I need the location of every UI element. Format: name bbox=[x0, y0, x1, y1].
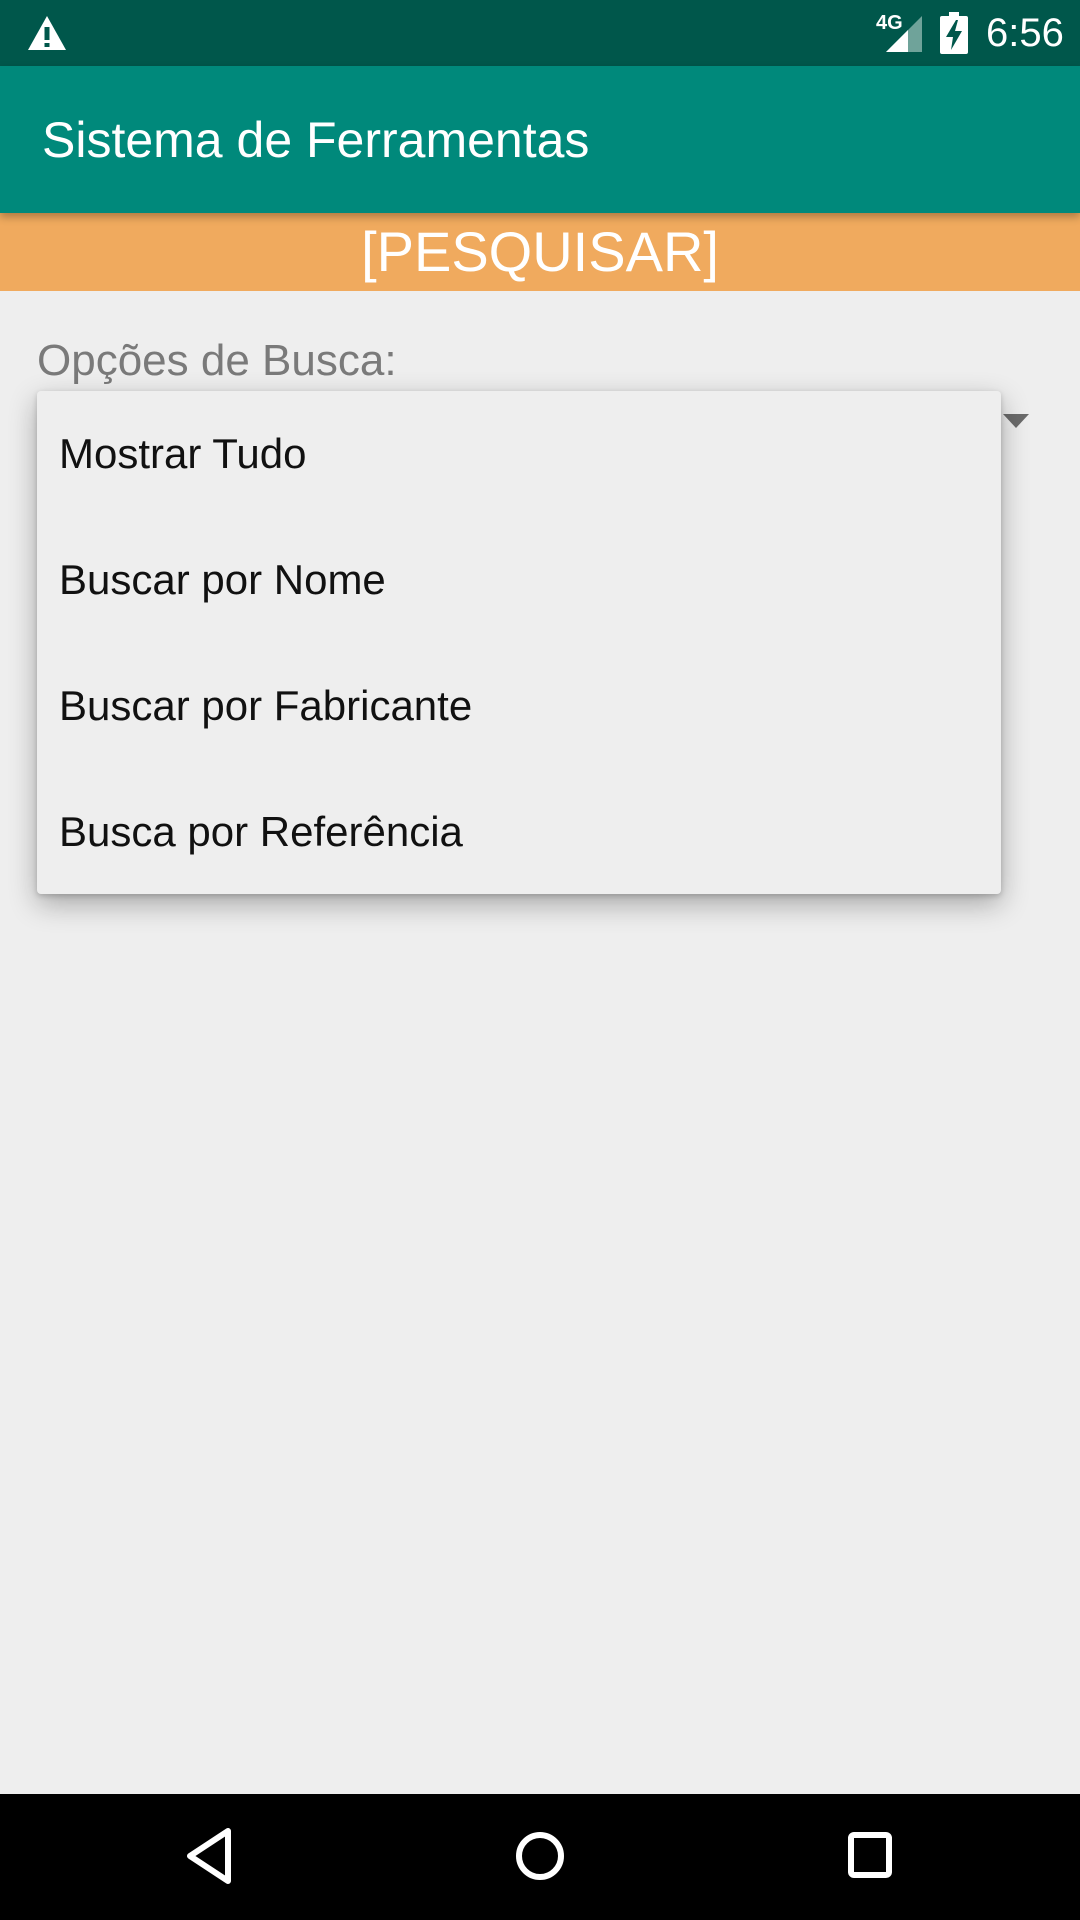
battery-charging-icon bbox=[940, 12, 968, 54]
dropdown-item-buscar-por-nome[interactable]: Buscar por Nome bbox=[37, 517, 1001, 643]
search-options-label: Opções de Busca: bbox=[37, 336, 397, 385]
dropdown-item-label: Buscar por Fabricante bbox=[59, 682, 473, 729]
app-bar: Sistema de Ferramentas bbox=[0, 66, 1080, 213]
navigation-bar bbox=[0, 1794, 1080, 1920]
dropdown-item-buscar-por-fabricante[interactable]: Buscar por Fabricante bbox=[37, 643, 1001, 769]
dropdown-arrow-icon[interactable] bbox=[1003, 414, 1029, 428]
dropdown-item-mostrar-tudo[interactable]: Mostrar Tudo bbox=[37, 391, 1001, 517]
back-icon[interactable] bbox=[184, 1827, 234, 1885]
dropdown-item-label: Busca por Referência bbox=[59, 808, 463, 855]
dropdown-item-label: Mostrar Tudo bbox=[59, 430, 307, 477]
recents-icon[interactable] bbox=[847, 1831, 893, 1879]
dropdown-item-busca-por-referencia[interactable]: Busca por Referência bbox=[37, 769, 1001, 894]
search-header-label: [PESQUISAR] bbox=[361, 220, 719, 283]
search-options-dropdown: Mostrar Tudo Buscar por Nome Buscar por … bbox=[37, 391, 1001, 894]
warning-icon bbox=[28, 16, 66, 50]
status-time: 6:56 bbox=[986, 11, 1064, 55]
status-bar: 4G 6:56 bbox=[0, 0, 1080, 66]
home-icon[interactable] bbox=[512, 1827, 568, 1885]
dropdown-item-label: Buscar por Nome bbox=[59, 556, 386, 603]
app-title: Sistema de Ferramentas bbox=[42, 112, 590, 168]
signal-icon bbox=[886, 16, 922, 52]
app-screen: 4G 6:56 Sistema de Ferramentas [PESQUISA… bbox=[0, 0, 1080, 1920]
search-header: [PESQUISAR] bbox=[0, 213, 1080, 291]
